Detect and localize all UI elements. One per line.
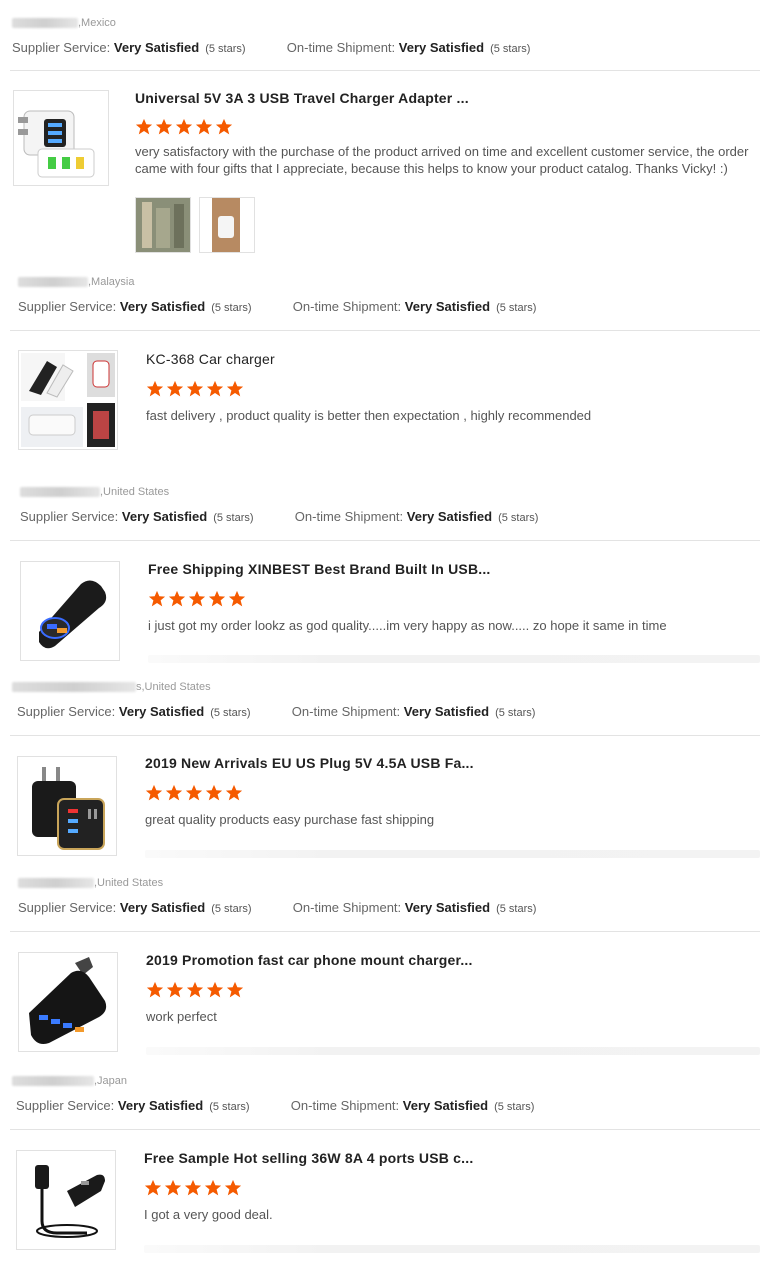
divider bbox=[10, 735, 760, 736]
product-title[interactable]: 2019 New Arrivals EU US Plug 5V 4.5A USB… bbox=[145, 755, 474, 771]
product-title[interactable]: 2019 Promotion fast car phone mount char… bbox=[146, 952, 473, 968]
buyer-info: ,Mexico bbox=[12, 17, 116, 29]
star-icon bbox=[225, 784, 243, 801]
star-rating bbox=[146, 380, 244, 398]
star-icon bbox=[226, 380, 244, 397]
star-rating bbox=[148, 590, 246, 608]
separator-bar bbox=[148, 655, 760, 663]
star-icon bbox=[175, 118, 193, 135]
blurred-buyer-name bbox=[18, 878, 94, 889]
review-text: very satisfactory with the purchase of t… bbox=[135, 144, 749, 176]
buyer-info: ,Malaysia bbox=[18, 276, 134, 288]
blurred-buyer-name bbox=[18, 277, 88, 288]
car-charger-cable-image bbox=[35, 1165, 105, 1238]
review-text: i just got my order lookz as god quality… bbox=[148, 618, 667, 633]
review-text: I got a very good deal. bbox=[144, 1207, 273, 1222]
product-thumbnail[interactable] bbox=[16, 1150, 116, 1250]
star-icon bbox=[206, 981, 224, 998]
charger-adapter-image bbox=[18, 110, 95, 178]
star-icon bbox=[155, 118, 173, 135]
divider bbox=[10, 540, 760, 541]
star-rating bbox=[135, 118, 233, 136]
star-icon bbox=[184, 1179, 202, 1196]
star-icon bbox=[204, 1179, 222, 1196]
product-thumbnail[interactable] bbox=[13, 90, 109, 186]
service-ratings: Supplier Service: Very Satisfied (5 stars… bbox=[12, 40, 531, 55]
review-text: great quality products easy purchase fas… bbox=[145, 812, 435, 827]
buyer-info: ,United States bbox=[18, 877, 163, 889]
star-icon bbox=[206, 380, 224, 397]
separator-bar bbox=[144, 1245, 760, 1253]
blurred-buyer-name bbox=[12, 1076, 94, 1087]
star-icon bbox=[145, 784, 163, 801]
review-photo[interactable] bbox=[199, 197, 255, 253]
star-icon bbox=[168, 590, 186, 607]
review-photo[interactable] bbox=[135, 197, 191, 253]
star-icon bbox=[144, 1179, 162, 1196]
buyer-info: ,United States bbox=[20, 486, 169, 498]
star-icon bbox=[166, 380, 184, 397]
star-icon bbox=[185, 784, 203, 801]
divider bbox=[10, 931, 760, 932]
star-rating bbox=[145, 784, 243, 802]
service-ratings: Supplier Service: Very Satisfied (5 stars… bbox=[17, 704, 536, 719]
review-photo-image bbox=[136, 198, 190, 252]
star-icon bbox=[208, 590, 226, 607]
separator-bar bbox=[145, 850, 760, 858]
service-ratings: Supplier Service: Very Satisfied (5 stars… bbox=[18, 900, 537, 915]
review-text: fast delivery , product quality is bette… bbox=[146, 408, 592, 423]
product-title[interactable]: Free Shipping XINBEST Best Brand Built I… bbox=[148, 561, 491, 577]
star-icon bbox=[164, 1179, 182, 1196]
separator-bar bbox=[146, 1047, 760, 1055]
star-icon bbox=[135, 118, 153, 135]
star-rating bbox=[146, 981, 244, 999]
star-icon bbox=[228, 590, 246, 607]
wall-charger-image bbox=[32, 767, 105, 850]
service-ratings: Supplier Service: Very Satisfied (5 stars… bbox=[16, 1098, 535, 1113]
product-thumbnail[interactable] bbox=[20, 561, 120, 661]
product-title[interactable]: Free Sample Hot selling 36W 8A 4 ports U… bbox=[144, 1150, 473, 1166]
blurred-buyer-name bbox=[20, 487, 100, 498]
review-text: work perfect bbox=[146, 1009, 217, 1024]
star-icon bbox=[215, 118, 233, 135]
car-charger-image bbox=[39, 580, 107, 649]
product-title[interactable]: KC-368 Car charger bbox=[146, 351, 275, 367]
star-icon bbox=[146, 380, 164, 397]
divider bbox=[10, 1129, 760, 1130]
product-thumbnail[interactable] bbox=[17, 756, 117, 856]
star-icon bbox=[186, 380, 204, 397]
star-icon bbox=[165, 784, 183, 801]
car-charger-image bbox=[29, 957, 107, 1044]
buyer-info: ,Japan bbox=[12, 1075, 127, 1087]
divider bbox=[10, 70, 760, 71]
review-photo-image bbox=[200, 198, 254, 252]
star-icon bbox=[188, 590, 206, 607]
star-icon bbox=[195, 118, 213, 135]
blurred-buyer-name bbox=[12, 682, 136, 693]
divider bbox=[10, 330, 760, 331]
service-ratings: Supplier Service: Very Satisfied (5 stars… bbox=[18, 299, 537, 314]
product-thumbnail[interactable] bbox=[18, 952, 118, 1052]
star-icon bbox=[224, 1179, 242, 1196]
buyer-info: s,United States bbox=[12, 681, 211, 693]
star-icon bbox=[146, 981, 164, 998]
product-title[interactable]: Universal 5V 3A 3 USB Travel Charger Ada… bbox=[135, 90, 469, 106]
star-rating bbox=[144, 1179, 242, 1197]
service-ratings: Supplier Service: Very Satisfied (5 stars… bbox=[20, 509, 539, 524]
star-icon bbox=[148, 590, 166, 607]
product-thumbnail[interactable] bbox=[18, 350, 118, 450]
blurred-buyer-name bbox=[12, 18, 78, 29]
car-charger-image bbox=[21, 353, 115, 447]
star-icon bbox=[166, 981, 184, 998]
star-icon bbox=[226, 981, 244, 998]
star-icon bbox=[186, 981, 204, 998]
star-icon bbox=[205, 784, 223, 801]
